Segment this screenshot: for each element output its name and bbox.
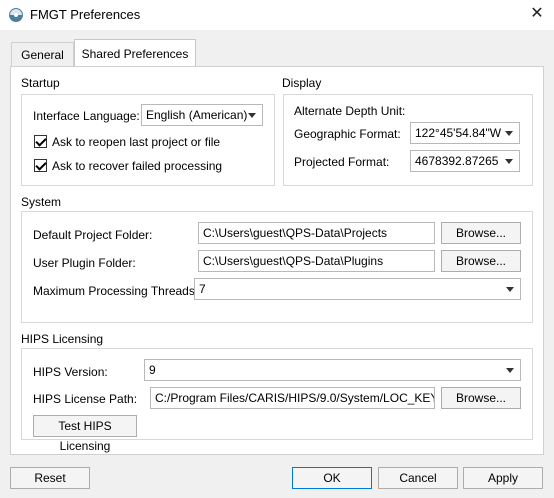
check-icon bbox=[35, 159, 47, 171]
hips-version-select[interactable]: 9 bbox=[144, 359, 521, 381]
projected-format-label: Projected Format: bbox=[294, 155, 390, 169]
projected-format-select[interactable]: 4678392.87265 bbox=[410, 150, 520, 172]
geographic-format-value: 122°45'54.84"W bbox=[415, 126, 502, 140]
system-heading: System bbox=[21, 195, 62, 209]
alternate-depth-unit-label: Alternate Depth Unit: bbox=[294, 104, 406, 118]
reopen-checkbox[interactable] bbox=[34, 135, 47, 148]
max-processing-threads-select[interactable]: 7 bbox=[194, 278, 521, 300]
hips-license-path-label: HIPS License Path: bbox=[33, 392, 138, 406]
app-icon bbox=[9, 8, 23, 22]
ok-button[interactable]: OK bbox=[292, 467, 372, 489]
interface-language-select[interactable]: English (American) bbox=[141, 104, 263, 126]
chevron-down-icon bbox=[505, 159, 513, 164]
startup-heading: Startup bbox=[21, 76, 60, 90]
close-icon[interactable]: ✕ bbox=[526, 4, 548, 24]
tab-shared-preferences[interactable]: Shared Preferences bbox=[74, 39, 196, 67]
apply-button[interactable]: Apply bbox=[463, 467, 543, 489]
hips-license-path-input[interactable]: C:/Program Files/CARIS/HIPS/9.0/System/L… bbox=[150, 387, 435, 409]
check-icon bbox=[35, 135, 47, 147]
browse-project-folder-button[interactable]: Browse... bbox=[441, 222, 521, 244]
reopen-label: Ask to reopen last project or file bbox=[52, 135, 221, 149]
display-heading: Display bbox=[282, 76, 322, 90]
recover-checkbox[interactable] bbox=[34, 159, 47, 172]
hips-version-value: 9 bbox=[149, 363, 156, 377]
max-processing-threads-value: 7 bbox=[199, 282, 206, 296]
max-processing-threads-label: Maximum Processing Threads: bbox=[33, 284, 199, 298]
hips-version-label: HIPS Version: bbox=[33, 365, 108, 379]
interface-language-label: Interface Language: bbox=[33, 109, 140, 123]
chevron-down-icon bbox=[506, 368, 514, 373]
user-plugin-folder-label: User Plugin Folder: bbox=[33, 256, 136, 270]
chevron-down-icon bbox=[505, 131, 513, 136]
cancel-button[interactable]: Cancel bbox=[378, 467, 458, 489]
geographic-format-select[interactable]: 122°45'54.84"W bbox=[410, 122, 520, 144]
hips-licensing-heading: HIPS Licensing bbox=[21, 332, 104, 346]
browse-license-path-button[interactable]: Browse... bbox=[441, 387, 521, 409]
title-bar: FMGT Preferences ✕ bbox=[0, 0, 554, 30]
reset-button[interactable]: Reset bbox=[10, 467, 90, 489]
recover-label: Ask to recover failed processing bbox=[52, 159, 223, 173]
default-project-folder-input[interactable]: C:\Users\guest\QPS-Data\Projects bbox=[198, 222, 435, 244]
user-plugin-folder-input[interactable]: C:\Users\guest\QPS-Data\Plugins bbox=[198, 250, 435, 272]
chevron-down-icon bbox=[506, 287, 514, 292]
window-title: FMGT Preferences bbox=[30, 7, 141, 22]
interface-language-value: English (American) bbox=[146, 108, 248, 122]
projected-format-value: 4678392.87265 bbox=[415, 154, 499, 168]
test-hips-licensing-button[interactable]: Test HIPS Licensing bbox=[33, 415, 137, 453]
default-project-folder-label: Default Project Folder: bbox=[33, 228, 153, 242]
tab-general[interactable]: General bbox=[11, 42, 74, 66]
chevron-down-icon bbox=[248, 113, 256, 118]
geographic-format-label: Geographic Format: bbox=[294, 127, 401, 141]
browse-plugin-folder-button[interactable]: Browse... bbox=[441, 250, 521, 272]
